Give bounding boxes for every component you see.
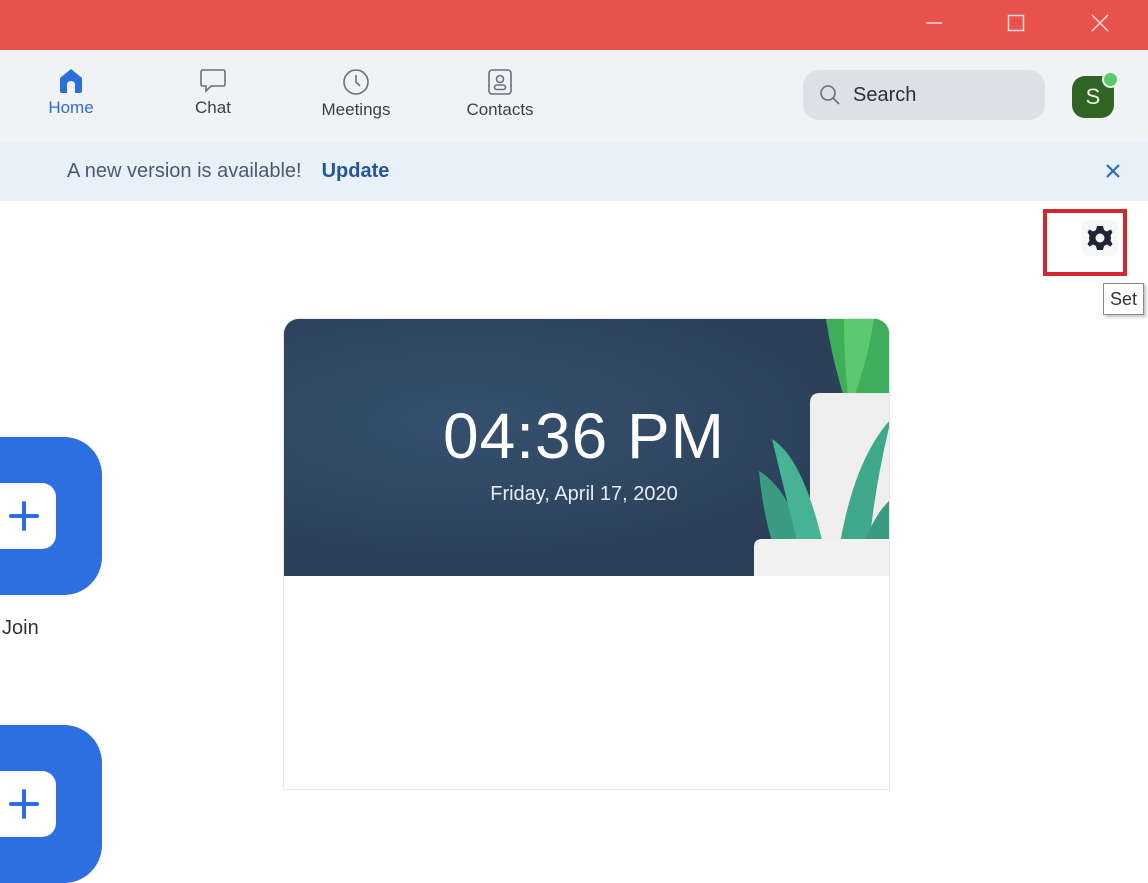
join-label: Join (2, 617, 39, 639)
update-banner: A new version is available! Update (0, 142, 1148, 201)
avatar-initial: S (1085, 84, 1101, 109)
close-window-button[interactable] (1078, 0, 1122, 46)
tab-chat[interactable]: Chat (183, 68, 243, 118)
presence-online-indicator (1102, 71, 1119, 88)
minimize-button[interactable] (912, 0, 956, 46)
close-icon (1091, 14, 1109, 32)
banner-close-button[interactable] (1104, 160, 1124, 182)
tab-meetings[interactable]: Meetings (306, 68, 406, 120)
home-icon (60, 69, 82, 93)
clock-hero-banner: 04:36 PM Friday, April 17, 2020 (284, 319, 889, 576)
join-button-inner (0, 483, 56, 549)
clock-card: 04:36 PM Friday, April 17, 2020 (283, 318, 890, 790)
tab-home[interactable]: Home (40, 68, 102, 118)
search-placeholder: Search (853, 83, 917, 106)
maximize-icon (1007, 14, 1025, 32)
avatar[interactable]: S (1072, 71, 1119, 118)
plant-illustration (754, 319, 889, 576)
banner-message: A new version is available! (67, 160, 302, 182)
minimize-icon (926, 22, 942, 24)
tab-contacts-label: Contacts (466, 100, 534, 119)
update-link[interactable]: Update (322, 160, 390, 183)
clock-icon (343, 69, 369, 95)
close-icon (1106, 164, 1120, 178)
join-button[interactable] (0, 437, 102, 595)
plus-icon (9, 789, 39, 819)
settings-tooltip: Set (1103, 283, 1145, 315)
second-action-button[interactable] (0, 725, 102, 883)
tab-chat-label: Chat (195, 98, 231, 117)
search-input[interactable]: Search (803, 70, 1045, 120)
tab-meetings-label: Meetings (321, 100, 391, 119)
window-titlebar (0, 0, 1148, 50)
chat-bubble-icon (200, 69, 226, 93)
tab-home-label: Home (48, 98, 94, 117)
top-navigation: Home Chat Meetings Contacts Search S (0, 50, 1148, 142)
second-action-inner (0, 771, 56, 837)
settings-highlight-box (1043, 209, 1127, 276)
plus-icon (9, 501, 39, 531)
maximize-button[interactable] (994, 0, 1038, 46)
search-icon (820, 85, 840, 105)
contact-card-icon (488, 69, 512, 95)
tab-contacts[interactable]: Contacts (452, 68, 548, 120)
